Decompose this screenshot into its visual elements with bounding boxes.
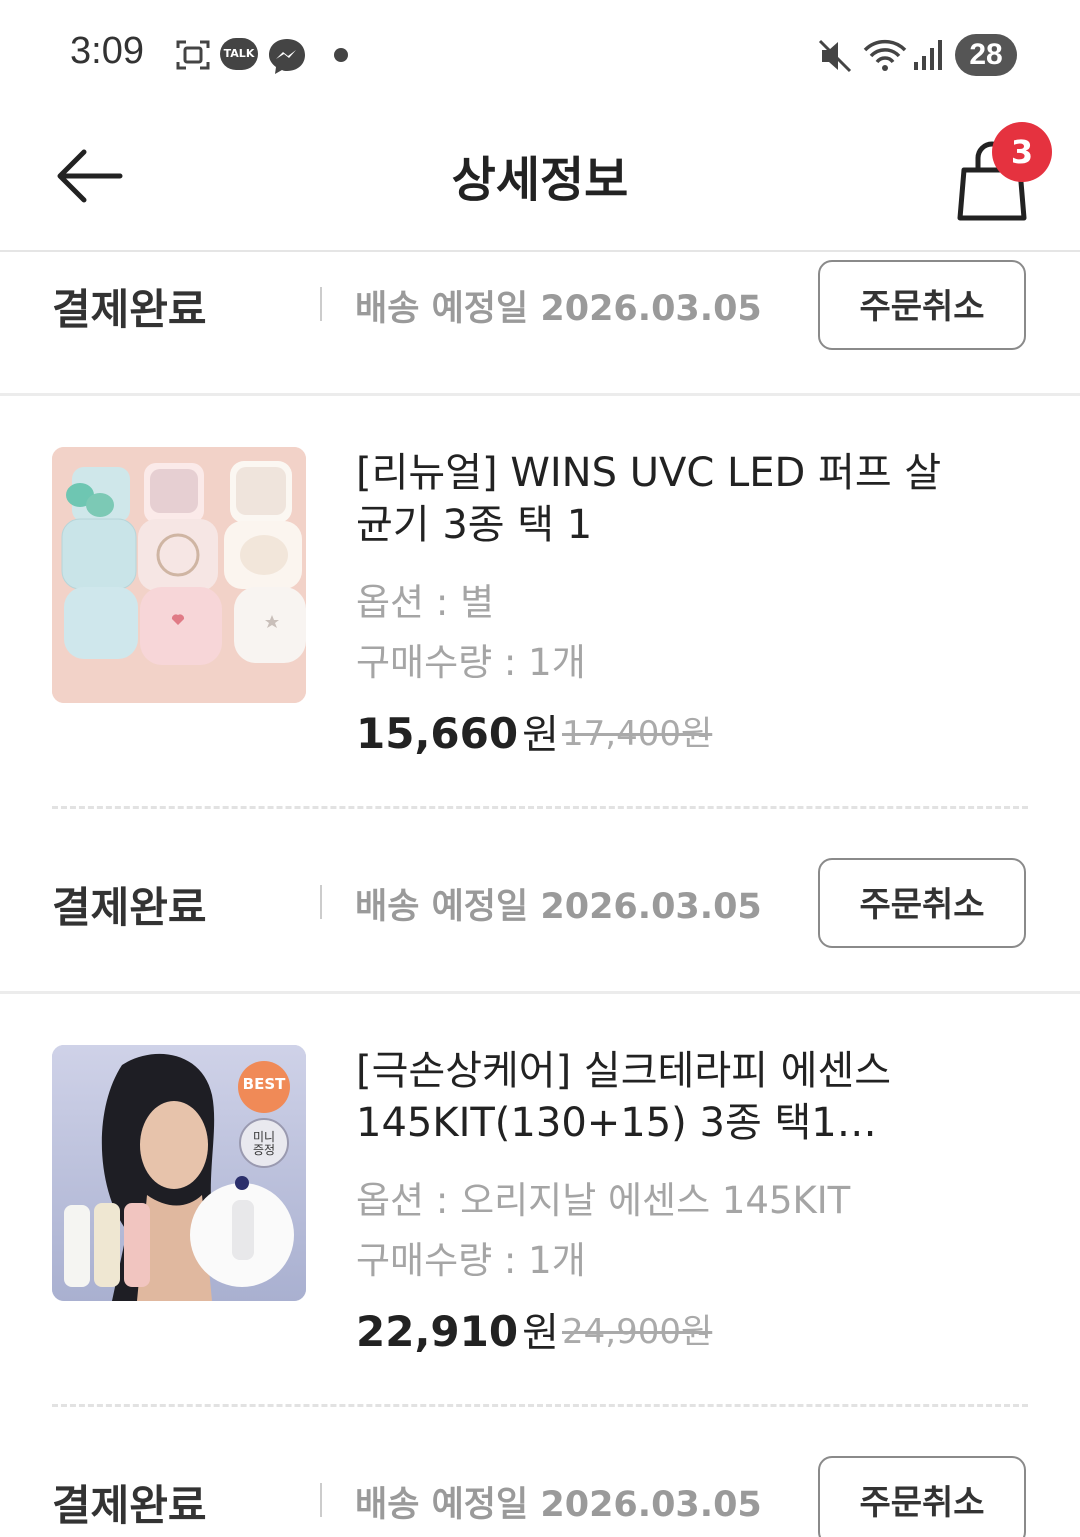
cancel-order-button[interactable]: 주문취소 — [818, 260, 1026, 350]
delivery-date: 배송 예정일 2026.03.05 — [355, 289, 762, 329]
gift-badge: 미니 증정 — [252, 1130, 276, 1157]
order-status-row: 결제완료 배송 예정일 2026.03.05 주문취소 — [0, 850, 1080, 990]
payment-status: 결제완료 — [52, 285, 207, 334]
section-divider — [0, 991, 1080, 994]
original-price: 17,400원 — [562, 714, 713, 754]
dashed-divider — [52, 806, 1028, 809]
price-currency: 원 — [522, 1310, 559, 1356]
product-price: 15,660 원 — [356, 702, 559, 760]
delivery-date: 배송 예정일 2026.03.05 — [355, 887, 762, 927]
delivery-date: 배송 예정일 2026.03.05 — [355, 1485, 762, 1525]
cart-count-badge: 3 — [992, 122, 1052, 182]
app-header: 상세정보 — [0, 110, 1080, 252]
divider — [320, 287, 322, 321]
order-status-row: 결제완료 배송 예정일 2026.03.05 주문취소 — [0, 252, 1080, 392]
payment-status: 결제완료 — [52, 883, 207, 932]
mute-icon — [818, 39, 852, 73]
payment-status: 결제완료 — [52, 1481, 207, 1530]
status-time: 3:09 — [70, 30, 144, 72]
best-badge: BEST — [242, 1075, 286, 1093]
dashed-divider — [52, 1404, 1028, 1407]
original-price: 24,900원 — [562, 1312, 713, 1352]
product-quantity: 구매수량 : 1개 — [356, 1239, 586, 1282]
messenger-icon — [269, 39, 305, 74]
cancel-order-button[interactable]: 주문취소 — [818, 858, 1026, 948]
product-item[interactable]: [리뉴얼] WINS UVC LED 퍼프 살균기 3종 택 1 옵션 : 별 … — [0, 447, 1080, 767]
section-divider — [0, 393, 1080, 396]
screenshot-icon — [176, 40, 210, 70]
product-option: 옵션 : 별 — [356, 581, 495, 624]
status-bar: 3:09 TALK 28 — [0, 0, 1080, 110]
puff-sterilizer-image — [52, 447, 306, 703]
product-option: 옵션 : 오리지날 에센스 145KIT — [356, 1179, 851, 1222]
product-price: 22,910 원 — [356, 1300, 559, 1358]
product-thumbnail: BEST 미니 증정 — [52, 1045, 306, 1301]
notification-dot — [334, 48, 348, 62]
wifi-icon — [863, 39, 907, 71]
price-currency: 원 — [522, 712, 559, 758]
product-quantity: 구매수량 : 1개 — [356, 641, 586, 684]
divider — [320, 885, 322, 919]
product-name[interactable]: [극손상케어] 실크테라피 에센스 145KIT(130+15) 3종 택1… — [356, 1045, 946, 1149]
kakaotalk-icon: TALK — [220, 38, 258, 70]
signal-icon — [914, 40, 942, 70]
order-status-row: 결제완료 배송 예정일 2026.03.05 주문취소 — [0, 1448, 1080, 1537]
page-title: 상세정보 — [451, 152, 629, 208]
product-thumbnail — [52, 447, 306, 703]
price-value: 22,910 — [356, 1307, 519, 1356]
product-item[interactable]: BEST 미니 증정 [극손상케어] 실크테라피 에센스 145KIT(130+… — [0, 1045, 1080, 1365]
price-value: 15,660 — [356, 709, 519, 758]
cancel-order-button[interactable]: 주문취소 — [818, 1456, 1026, 1537]
battery-indicator: 28 — [955, 34, 1017, 76]
product-name[interactable]: [리뉴얼] WINS UVC LED 퍼프 살균기 3종 택 1 — [356, 447, 946, 551]
divider — [320, 1483, 322, 1517]
